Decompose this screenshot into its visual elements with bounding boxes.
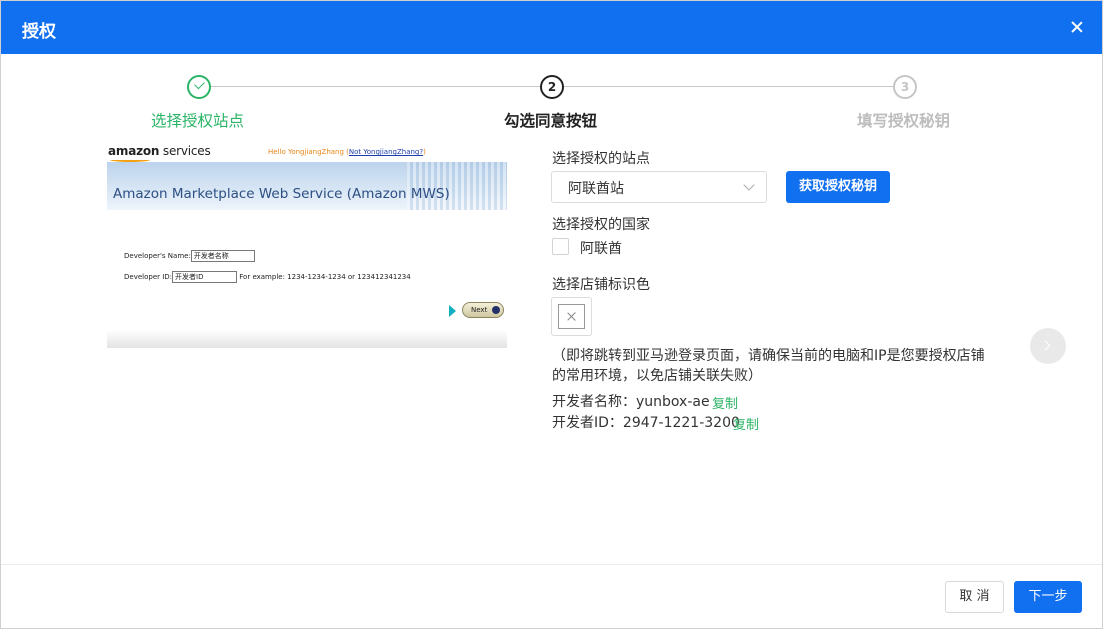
chevron-down-icon: [743, 179, 755, 191]
country-option-label[interactable]: 阿联酋: [580, 238, 622, 258]
color-label: 选择店铺标识色: [552, 277, 650, 293]
amazon-banner-title: Amazon Marketplace Web Service (Amazon M…: [113, 186, 450, 202]
copy-developer-id-button[interactable]: 复制: [733, 414, 759, 433]
site-select-value: 阿联酋站: [568, 181, 624, 197]
step-3-number-icon: 3: [893, 75, 917, 99]
amazon-form-body: Developer's Name: 开发者名称 Developer ID: 开发者I…: [107, 210, 507, 348]
next-arrow-icon[interactable]: [1030, 328, 1066, 364]
amazon-dev-id-row: Developer ID: 开发者ID For example: 1234-123…: [124, 271, 411, 283]
amazon-services-logo: amazon services: [108, 144, 211, 162]
color-picker[interactable]: [551, 297, 592, 336]
step-3-label: 填写授权秘钥: [857, 112, 951, 130]
step-2-label: 勾选同意按钮: [504, 112, 598, 130]
login-notice: （即将跳转到亚马逊登录页面，请确保当前的电脑和IP是您要授权店铺的常用环境，以免…: [552, 348, 985, 384]
amazon-hello-text: Hello YongjiangZhang (Not YongjiangZhang…: [268, 148, 426, 156]
developer-id-text: 开发者ID：2947-1221-3200: [552, 415, 740, 431]
step-connector-1: [211, 86, 540, 87]
amazon-banner: Amazon Marketplace Web Service (Amazon M…: [107, 162, 507, 210]
next-step-button[interactable]: 下一步: [1014, 581, 1082, 613]
dialog-header: 授权: [1, 1, 1102, 54]
footer-divider: [1, 564, 1102, 565]
copy-developer-name-button[interactable]: 复制: [712, 393, 738, 412]
step-2-number-icon: 2: [540, 75, 564, 99]
site-label: 选择授权的站点: [552, 151, 650, 167]
dialog-title: 授权: [22, 22, 56, 42]
step-1-check-icon: [187, 75, 211, 99]
close-icon[interactable]: [1068, 18, 1086, 36]
step-connector-2: [564, 86, 893, 87]
country-checkbox[interactable]: [552, 238, 569, 255]
amazon-mws-guide-image: amazon services Hello YongjiangZhang (No…: [107, 142, 507, 348]
developer-name-text: 开发者名称：yunbox-ae: [552, 394, 710, 410]
country-label: 选择授权的国家: [552, 217, 650, 233]
step-1-label: 选择授权站点: [151, 112, 245, 130]
no-color-icon: [558, 304, 585, 329]
site-select[interactable]: 阿联酋站: [551, 171, 767, 203]
cancel-button[interactable]: 取 消: [945, 581, 1004, 613]
get-auth-key-button[interactable]: 获取授权秘钥: [786, 171, 890, 203]
authorization-dialog: 授权 2 3 选择授权站点 勾选同意按钮 填写授权秘钥 amazon servi…: [0, 0, 1103, 629]
amazon-dev-name-row: Developer's Name: 开发者名称: [124, 250, 255, 262]
